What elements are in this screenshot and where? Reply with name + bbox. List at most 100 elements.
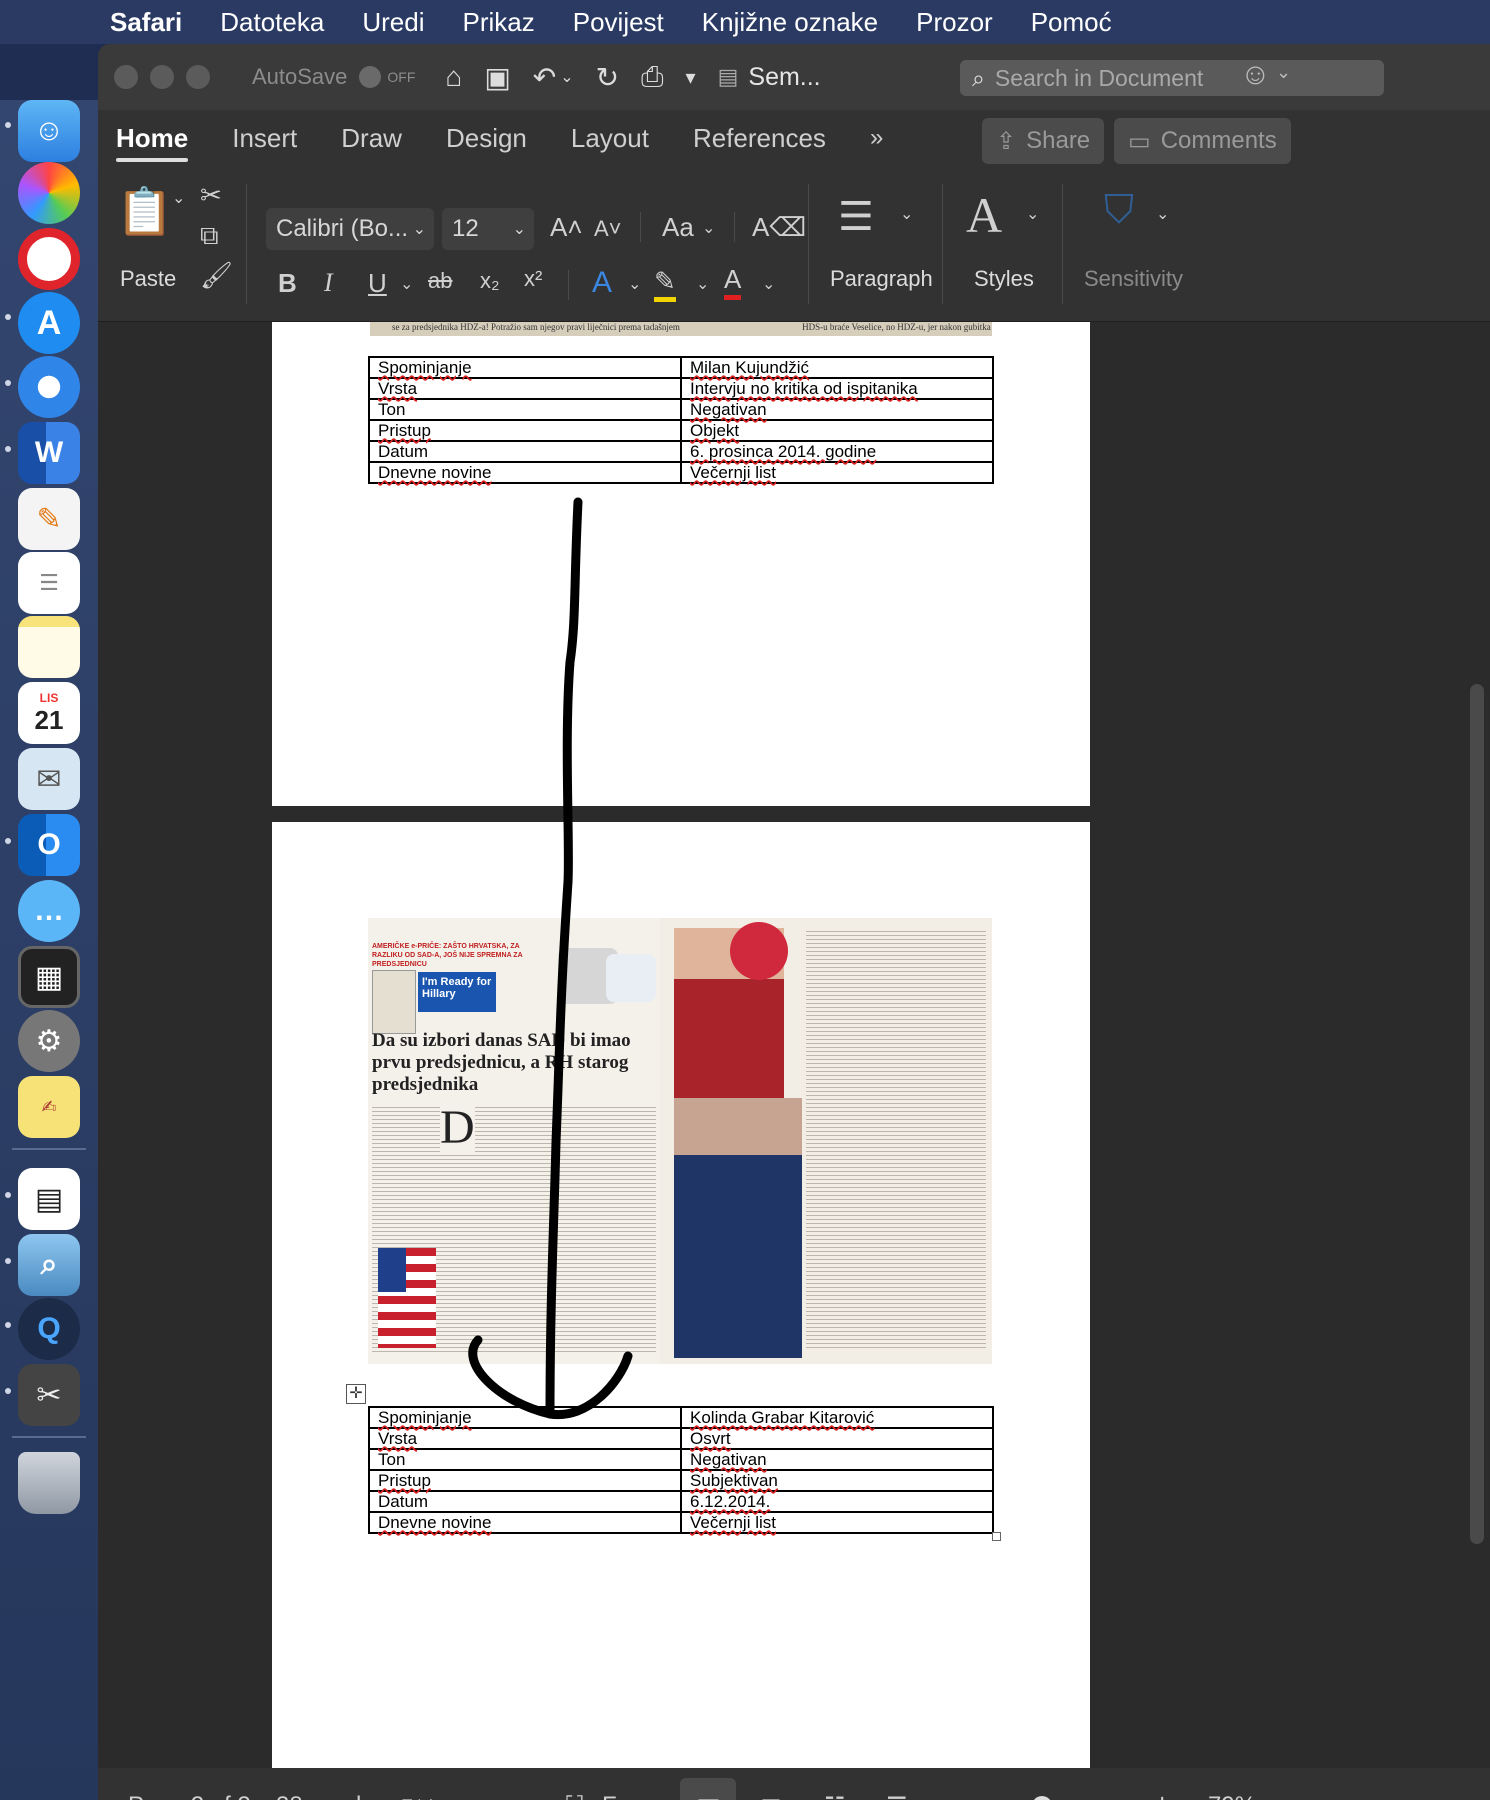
word-icon[interactable]: W <box>18 422 80 484</box>
table-cell-label[interactable]: Datum <box>368 1490 682 1513</box>
outline-view-icon[interactable]: ☷ <box>824 1792 846 1800</box>
focus-icon[interactable]: ⛶ <box>566 1792 583 1800</box>
paragraph-label[interactable]: Paragraph <box>830 266 933 292</box>
messages-icon[interactable]: … <box>18 880 80 942</box>
table-resize-handle[interactable] <box>992 1532 1001 1541</box>
word-count[interactable]: 38 words <box>276 1792 373 1800</box>
decrease-font-size-icon[interactable]: A˅ <box>594 216 622 242</box>
comments-button[interactable]: ▭ Comments <box>1114 118 1291 164</box>
tab-home[interactable]: Home <box>116 110 189 166</box>
styles-icon[interactable]: A <box>966 186 1002 244</box>
table-cell-value[interactable]: Negativan <box>680 1448 994 1471</box>
print-icon[interactable]: ⎙ <box>641 61 663 94</box>
copy-icon[interactable]: ⧉ <box>200 220 219 252</box>
chevron-down-icon[interactable]: ⌄ <box>762 274 775 294</box>
cut-icon[interactable]: ✂ <box>200 180 222 211</box>
italic-icon[interactable]: I <box>324 268 333 298</box>
opera-icon[interactable] <box>18 228 80 290</box>
activity-monitor-icon[interactable]: ▦ <box>18 946 80 1008</box>
safari-icon[interactable]: ✦ <box>18 356 80 418</box>
zoom-slider-thumb[interactable] <box>1032 1796 1052 1800</box>
document-icon[interactable]: ▤ <box>18 1168 80 1230</box>
menu-item-datoteka[interactable]: Datoteka <box>220 7 324 38</box>
utilities-icon[interactable]: ✂ <box>18 1364 80 1426</box>
bold-icon[interactable]: B <box>278 268 297 299</box>
undo-icon[interactable]: ↶ <box>533 61 556 94</box>
font-size-select[interactable]: 12 ⌄ <box>442 208 534 250</box>
table-cell-value[interactable]: Osvrt <box>680 1427 994 1450</box>
save-icon[interactable]: ▣ <box>484 61 510 94</box>
table-cell-label[interactable]: Ton <box>368 398 682 421</box>
redo-icon[interactable]: ↻ <box>596 61 619 94</box>
paste-dropdown-icon[interactable]: ⌄ <box>172 188 185 208</box>
tab-layout[interactable]: Layout <box>571 110 649 166</box>
paste-icon[interactable]: 📋 <box>116 184 173 239</box>
table-cell-label[interactable]: Dnevne novine <box>368 461 682 484</box>
table-cell-value[interactable]: 6.12.2014. <box>680 1490 994 1513</box>
font-color-icon[interactable]: A <box>724 264 742 300</box>
increase-font-size-icon[interactable]: A˄ <box>550 212 583 243</box>
focus-label[interactable]: Focus <box>602 1792 667 1800</box>
table-cell-value[interactable]: Intervju no kritika od ispitanika <box>680 377 994 400</box>
app-store-icon[interactable]: A <box>18 292 80 354</box>
page-1[interactable]: se za predsjednika HDZ-a! Potražio sam n… <box>272 322 1090 806</box>
font-name-select[interactable]: Calibri (Bo... ⌄ <box>266 208 434 250</box>
mail-icon[interactable]: ✉ <box>18 748 80 810</box>
underline-icon[interactable]: U <box>368 268 387 299</box>
reminders-icon[interactable]: ☰ <box>18 552 80 614</box>
document-title[interactable]: Sem... <box>748 63 820 92</box>
chevron-down-icon[interactable]: ⌄ <box>900 204 913 224</box>
chevron-down-icon[interactable]: ⌄ <box>400 274 413 294</box>
web-layout-icon[interactable]: ⊞ <box>760 1792 782 1800</box>
format-painter-icon[interactable]: 🖌 <box>200 260 233 291</box>
highlight-icon[interactable]: ✎ <box>654 266 676 302</box>
table-move-handle-icon[interactable]: ✛ <box>346 1384 366 1404</box>
close-window-button[interactable] <box>114 65 138 89</box>
outlook-icon[interactable]: O <box>18 814 80 876</box>
pages-icon[interactable]: ✎ <box>18 488 80 550</box>
tab-draw[interactable]: Draw <box>341 110 402 166</box>
autosave-toggle[interactable] <box>359 66 382 88</box>
zoom-window-button[interactable] <box>186 65 210 89</box>
newspaper-image[interactable]: AMERIČKE e-PRIČE: ZAŠTO HRVATSKA, ZA RAZ… <box>368 918 992 1364</box>
table-cell-value[interactable]: Objekt <box>680 419 994 442</box>
table-cell-label[interactable]: Spominjanje <box>368 356 682 379</box>
chevron-down-icon[interactable]: ⌄ <box>1026 204 1039 224</box>
table-cell-value[interactable]: Kolinda Grabar Kitarović <box>680 1406 994 1429</box>
table-cell-label[interactable]: Ton <box>368 1448 682 1471</box>
table-2[interactable]: Spominjanje Kolinda Grabar Kitarović Vrsta… <box>368 1406 994 1534</box>
vertical-scrollbar[interactable] <box>1470 684 1484 1544</box>
table-cell-value[interactable]: Subjektivan <box>680 1469 994 1492</box>
table-cell-label[interactable]: Spominjanje <box>368 1406 682 1429</box>
table-cell-label[interactable]: Pristup <box>368 1469 682 1492</box>
menu-item-prikaz[interactable]: Prikaz <box>462 7 534 38</box>
chevron-down-icon[interactable]: ⌄ <box>696 274 709 294</box>
customize-toolbar-icon[interactable]: ▾ <box>686 65 696 90</box>
table-cell-label[interactable]: Vrsta <box>368 1427 682 1450</box>
zoom-out-icon[interactable]: − <box>944 1788 960 1800</box>
menu-item-knjizne-oznake[interactable]: Knjižne oznake <box>702 7 878 38</box>
chevron-down-icon[interactable]: ⌄ <box>702 218 715 238</box>
chevron-down-icon[interactable]: ⌄ <box>1276 62 1291 83</box>
undo-dropdown-icon[interactable]: ⌄ <box>560 67 573 87</box>
preview-icon[interactable]: ⌕ <box>18 1234 80 1296</box>
proofing-icon[interactable]: ▯✕ <box>400 1792 436 1800</box>
smiley-feedback-icon[interactable]: ☺ <box>1240 58 1271 92</box>
more-tabs-icon[interactable]: » <box>870 110 883 166</box>
trash-icon[interactable] <box>18 1452 80 1514</box>
menu-app-name[interactable]: Safari <box>110 7 182 38</box>
stickies-icon[interactable]: ✍ <box>18 1076 80 1138</box>
system-preferences-icon[interactable]: ⚙ <box>18 1010 80 1072</box>
zoom-in-icon[interactable]: + <box>1154 1788 1170 1800</box>
table-1[interactable]: Spominjanje Milan Kujundžić Vrsta Intervju … <box>368 356 994 484</box>
home-icon[interactable]: ⌂ <box>445 61 462 93</box>
paste-label[interactable]: Paste <box>120 266 176 292</box>
photos-icon[interactable] <box>18 162 80 224</box>
draft-view-icon[interactable]: ☰ <box>886 1792 908 1800</box>
document-canvas[interactable]: se za predsjednika HDZ-a! Potražio sam n… <box>98 322 1490 1768</box>
tab-references[interactable]: References <box>693 110 826 166</box>
paragraph-icon[interactable]: ☰ <box>838 194 874 240</box>
table-cell-value[interactable]: 6. prosinca 2014. godine <box>680 440 994 463</box>
finder-icon[interactable]: ☺ <box>18 100 80 162</box>
table-cell-value[interactable]: Večernji list <box>680 461 994 484</box>
